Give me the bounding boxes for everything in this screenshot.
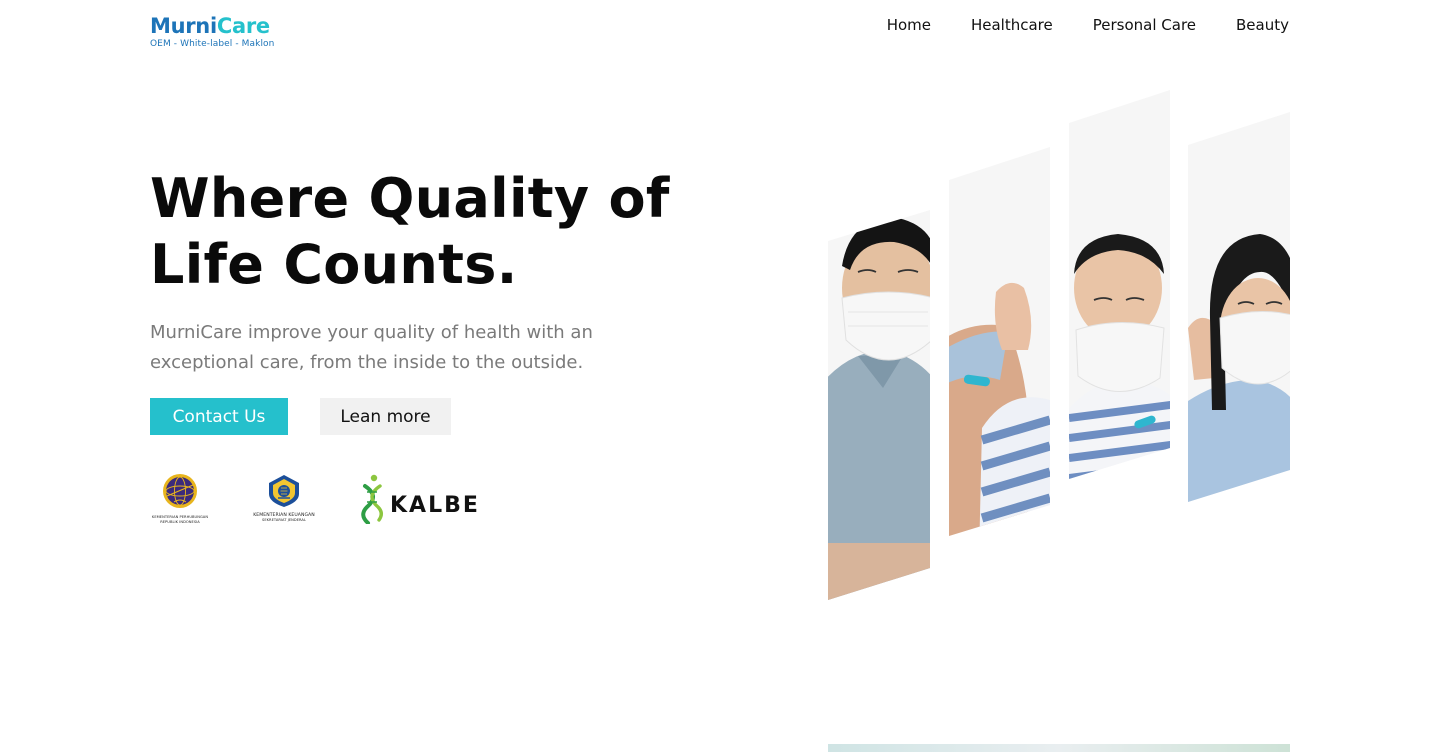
kalbe-logo-icon	[361, 474, 383, 524]
ministry-of-finance-emblem-icon	[269, 475, 299, 507]
ministry-of-transportation-emblem-icon	[163, 474, 197, 508]
nav-beauty[interactable]: Beauty	[1236, 15, 1289, 35]
kalbe-wordmark: KALBE	[390, 493, 480, 518]
contact-us-button[interactable]: Contact Us	[150, 398, 288, 435]
hero-subtitle: MurniCare improve your quality of health…	[150, 322, 593, 373]
brand-tagline: OEM - White-label - Maklon	[150, 39, 275, 49]
family-wearing-masks-photo-icon	[828, 90, 1290, 600]
navbar: MurniCare OEM - White-label - Maklon Hom…	[0, 0, 1440, 60]
partner-logo-kalbe: KALBE	[356, 474, 478, 524]
brand-name: MurniCare	[150, 14, 274, 38]
photo-strip-woman	[1188, 112, 1290, 502]
nav-personal-care[interactable]: Personal Care	[1093, 15, 1196, 35]
nav-healthcare[interactable]: Healthcare	[971, 15, 1053, 35]
brand-name-part2: Care	[216, 14, 270, 38]
nav-home[interactable]: Home	[887, 15, 931, 35]
partner-2-caption-line2: SEKRETARIAT JENDERAL	[262, 518, 306, 523]
learn-more-button[interactable]: Lean more	[320, 398, 451, 435]
hero-title-line1: Where Quality of	[150, 167, 670, 230]
photo-strip-arm	[949, 147, 1050, 536]
partner-1-caption-line2: REPUBLIK INDONESIA	[160, 519, 200, 524]
brand-logo[interactable]: MurniCare OEM - White-label - Maklon	[150, 14, 274, 49]
next-section-image-peek	[828, 744, 1290, 752]
main-nav: Home Healthcare Personal Care Beauty	[887, 15, 1289, 35]
hero-title-line2: Life Counts.	[150, 233, 518, 296]
partner-logo-kemenkeu: KEMENTERIAN KEUANGAN SEKRETARIAT JENDERA…	[252, 474, 316, 522]
partner-logo-kemenhub: KEMENTERIAN PERHUBUNGAN REPUBLIK INDONES…	[150, 472, 210, 524]
hero-title: Where Quality of Life Counts.	[150, 166, 670, 298]
partner-1-caption-line1: KEMENTERIAN PERHUBUNGAN	[151, 515, 209, 519]
photo-strip-man	[828, 210, 930, 600]
photo-strip-boy	[1069, 90, 1170, 479]
brand-name-part1: Murni	[150, 14, 217, 38]
